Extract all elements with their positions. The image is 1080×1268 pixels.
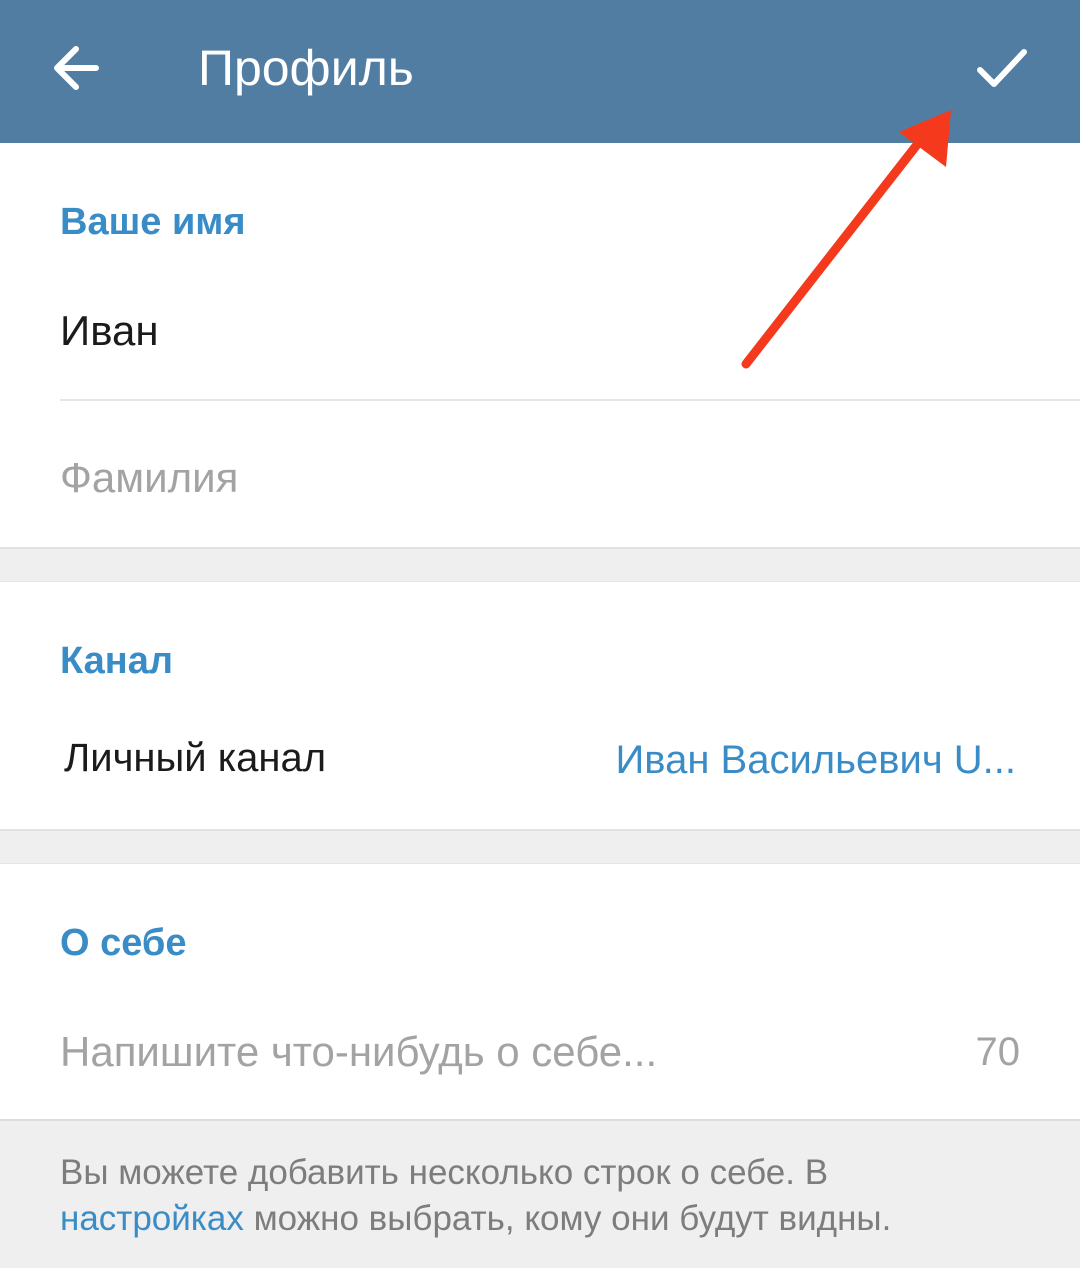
first-name-underline: [60, 399, 1080, 401]
app-bar: Профиль: [0, 0, 1080, 143]
bio-char-counter: 70: [975, 1030, 1021, 1074]
back-button[interactable]: [44, 36, 108, 100]
personal-channel-label: Личный канал: [64, 736, 327, 780]
save-button[interactable]: [966, 36, 1038, 100]
personal-channel-value: Иван Васильевич U...: [615, 738, 1016, 782]
settings-link[interactable]: настройках: [60, 1199, 244, 1238]
bio-hint: Вы можете добавить несколько строк о себ…: [60, 1150, 1020, 1242]
about-section-header: О себе: [60, 922, 187, 964]
channel-section-header: Канал: [60, 640, 174, 682]
last-name-input[interactable]: Фамилия: [60, 454, 238, 502]
personal-channel-row[interactable]: Личный канал Иван Васильевич U...: [0, 714, 1080, 804]
arrow-left-icon: [54, 46, 99, 90]
name-section: Ваше имя Иван Фамилия: [0, 143, 1080, 549]
hint-text-before: Вы можете добавить несколько строк о себ…: [60, 1153, 829, 1192]
channel-section: Канал Личный канал Иван Васильевич U...: [0, 581, 1080, 831]
checkmark-icon: [977, 49, 1027, 87]
name-section-header: Ваше имя: [60, 201, 246, 243]
first-name-input[interactable]: Иван: [60, 307, 159, 355]
about-section: О себе Напишите что-нибудь о себе... 70: [0, 863, 1080, 1121]
page-title: Профиль: [198, 40, 414, 96]
hint-text-after: можно выбрать, кому они будут видны.: [243, 1199, 892, 1238]
bio-input[interactable]: Напишите что-нибудь о себе...: [60, 1028, 657, 1076]
